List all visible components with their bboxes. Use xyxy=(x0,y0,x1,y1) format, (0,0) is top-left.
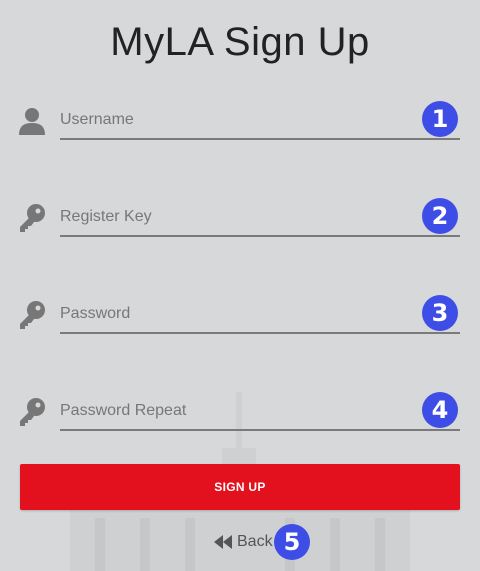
register-key-field-group xyxy=(18,199,460,243)
password-repeat-field-group xyxy=(18,393,460,437)
signup-button[interactable]: SIGN UP xyxy=(20,464,460,510)
key-icon xyxy=(20,301,45,329)
register-key-input[interactable] xyxy=(60,199,460,237)
marker-badge-3: 3 xyxy=(422,295,458,331)
user-icon xyxy=(19,108,45,135)
username-input[interactable] xyxy=(60,102,460,140)
username-field-group xyxy=(18,102,460,146)
key-icon xyxy=(20,398,45,426)
back-link[interactable]: Back xyxy=(213,532,273,552)
marker-badge-5: 5 xyxy=(274,524,310,560)
marker-badge-2: 2 xyxy=(422,198,458,234)
password-repeat-input[interactable] xyxy=(60,393,460,431)
key-icon xyxy=(20,204,45,232)
page-title: MyLA Sign Up xyxy=(110,20,370,64)
back-label: Back xyxy=(237,533,273,550)
marker-badge-1: 1 xyxy=(422,101,458,137)
marker-badge-4: 4 xyxy=(422,392,458,428)
password-field-group xyxy=(18,296,460,340)
double-chevron-left-icon xyxy=(214,535,232,549)
password-input[interactable] xyxy=(60,296,460,334)
